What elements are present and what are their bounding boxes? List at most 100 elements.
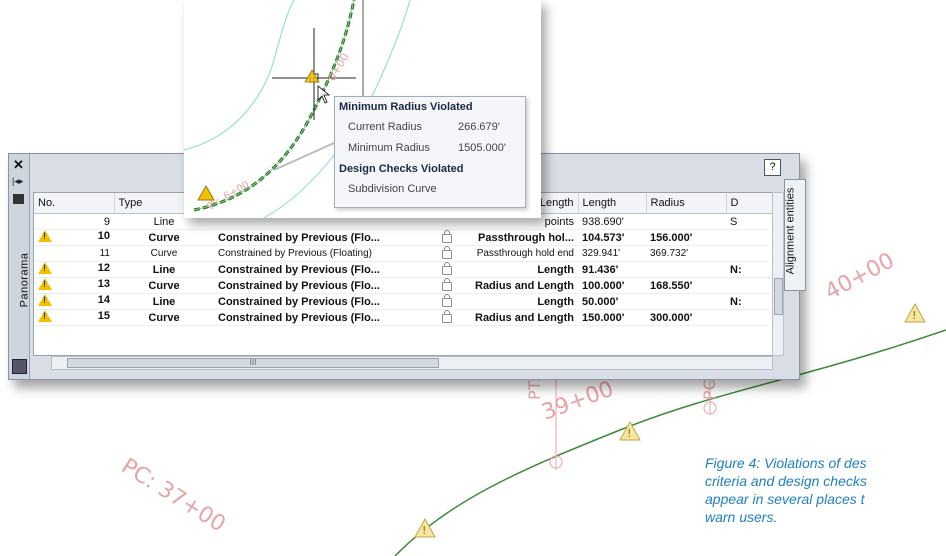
scroll-thumb[interactable]: III — [67, 358, 439, 368]
lock-icon[interactable] — [441, 229, 452, 243]
length-cell[interactable]: 938.690' — [578, 213, 646, 230]
length-cell[interactable]: 91.436' — [578, 261, 646, 278]
table-row[interactable]: 14 LineConstrained by Previous (Flo... Len… — [34, 293, 772, 310]
no-cell[interactable]: 13 — [34, 277, 114, 294]
current-radius-value: 266.679' — [458, 121, 500, 133]
d-cell[interactable]: S — [726, 213, 772, 230]
pt-label: PT: — [525, 377, 544, 400]
lock-cell[interactable] — [429, 245, 464, 262]
type-cell[interactable]: Curve — [114, 277, 214, 294]
table-row[interactable]: 11 Curve Constrained by Previous (Floating… — [34, 245, 772, 262]
lock-cell[interactable] — [429, 277, 464, 294]
constraint-cell[interactable]: Constrained by Previous (Flo... — [214, 261, 429, 278]
d-cell[interactable]: N: — [726, 293, 772, 310]
table-row[interactable]: 13 CurveConstrained by Previous (Flo... Ra… — [34, 277, 772, 294]
d-cell[interactable] — [726, 277, 772, 294]
row-number: 12 — [97, 262, 110, 274]
selected-alignment — [193, 0, 356, 212]
constraint-cell[interactable]: Constrained by Previous (Flo... — [214, 309, 429, 326]
minimum-radius-label: Minimum Radius — [348, 142, 430, 154]
column-header-length[interactable]: Length — [578, 193, 647, 214]
parameter-cell[interactable]: Length — [464, 293, 578, 310]
d-cell[interactable] — [726, 229, 772, 246]
parameter-cell[interactable]: Passthrough hol... — [464, 229, 578, 246]
type-cell[interactable]: Curve — [114, 229, 214, 246]
lock-cell[interactable] — [429, 261, 464, 278]
warning-icon: ! — [904, 302, 926, 323]
radius-cell[interactable]: 369.732' — [646, 245, 726, 262]
tab-alignment-entities[interactable]: Alignment entities — [784, 179, 806, 291]
table-row[interactable]: 15 CurveConstrained by Previous (Flo... Ra… — [34, 309, 772, 326]
minimum-radius-row: Minimum Radius 1505.000' — [335, 138, 525, 159]
lock-icon[interactable] — [441, 277, 452, 291]
horizontal-scrollbar[interactable]: III — [51, 356, 773, 370]
lock-icon[interactable] — [441, 261, 452, 275]
constraint-cell[interactable]: Constrained by Previous (Flo... — [214, 229, 429, 246]
parameter-cell[interactable]: Radius and Length — [464, 277, 578, 294]
type-cell[interactable]: Line — [114, 293, 214, 310]
tooltip-title: Minimum Radius Violated — [339, 101, 473, 113]
d-cell[interactable] — [726, 309, 772, 326]
type-cell[interactable]: Curve — [114, 245, 214, 262]
type-cell[interactable]: Curve — [114, 309, 214, 326]
column-header-no[interactable]: No. — [34, 193, 115, 214]
radius-cell[interactable]: 168.550' — [646, 277, 726, 294]
table-row[interactable]: 10 CurveConstrained by Previous (Flo... Pa… — [34, 229, 772, 246]
row-number: 10 — [97, 230, 110, 242]
lock-cell[interactable] — [429, 229, 464, 246]
column-header-d[interactable]: D — [726, 193, 772, 214]
lock-icon[interactable] — [441, 309, 452, 323]
no-cell[interactable]: 10 — [34, 229, 114, 246]
parameter-cell[interactable]: Passthrough hold end — [464, 245, 578, 262]
help-button[interactable]: ? — [764, 159, 781, 176]
warning-icon — [38, 310, 52, 322]
station-label-40: 40+00 — [821, 248, 898, 305]
warning-icon — [38, 262, 52, 274]
constraint-cell[interactable]: Constrained by Previous (Flo... — [214, 277, 429, 294]
length-cell[interactable]: 329.941' — [578, 245, 646, 262]
no-cell[interactable]: 9 — [34, 213, 114, 230]
panorama-title-bar[interactable]: ✕ |◂▸ Panorama — [9, 154, 30, 379]
no-cell[interactable]: 11 — [34, 245, 114, 262]
length-cell[interactable]: 100.000' — [578, 277, 646, 294]
minimum-radius-value: 1505.000' — [458, 142, 506, 154]
scroll-thumb[interactable] — [774, 278, 783, 315]
parameter-cell[interactable]: Radius and Length — [464, 309, 578, 326]
radius-cell[interactable] — [646, 213, 726, 230]
tool-icon[interactable] — [12, 359, 27, 374]
lock-cell[interactable] — [429, 309, 464, 326]
close-icon[interactable]: ✕ — [13, 157, 24, 173]
no-cell[interactable]: 15 — [34, 309, 114, 326]
d-cell[interactable] — [726, 245, 772, 262]
design-checks-title: Design Checks Violated — [339, 163, 464, 175]
column-header-radius[interactable]: Radius — [646, 193, 727, 214]
radius-cell[interactable] — [646, 293, 726, 310]
lock-cell[interactable] — [429, 293, 464, 310]
lock-icon[interactable] — [441, 293, 452, 307]
length-cell[interactable]: 150.000' — [578, 309, 646, 326]
no-cell[interactable]: 12 — [34, 261, 114, 278]
auto-hide-icon[interactable]: |◂▸ — [12, 176, 23, 187]
d-cell[interactable]: N: — [726, 261, 772, 278]
type-cell[interactable]: Line — [114, 261, 214, 278]
inset-station-label: 0+00 — [325, 51, 351, 84]
table-row[interactable]: 12 LineConstrained by Previous (Flo... Len… — [34, 261, 772, 278]
svg-text:!: ! — [912, 309, 916, 322]
radius-cell[interactable]: 300.000' — [646, 309, 726, 326]
parameter-cell[interactable]: Length — [464, 261, 578, 278]
properties-icon[interactable] — [13, 194, 24, 204]
no-cell[interactable]: 14 — [34, 293, 114, 310]
svg-text:!: ! — [422, 524, 426, 537]
figure-caption: Figure 4: Violations of des criteria and… — [705, 454, 946, 526]
lock-icon[interactable] — [441, 245, 452, 259]
warning-icon: ! — [619, 420, 641, 441]
radius-cell[interactable]: 156.000' — [646, 229, 726, 246]
constraint-cell[interactable]: Constrained by Previous (Floating) — [214, 245, 429, 262]
length-cell[interactable]: 50.000' — [578, 293, 646, 310]
caption-line: appear in several places t — [705, 491, 865, 507]
length-cell[interactable]: 104.573' — [578, 229, 646, 246]
pc-label-37: PC: 37+00 — [117, 454, 230, 537]
radius-cell[interactable] — [646, 261, 726, 278]
constraint-cell[interactable]: Constrained by Previous (Flo... — [214, 293, 429, 310]
vertical-scrollbar[interactable] — [772, 192, 784, 356]
